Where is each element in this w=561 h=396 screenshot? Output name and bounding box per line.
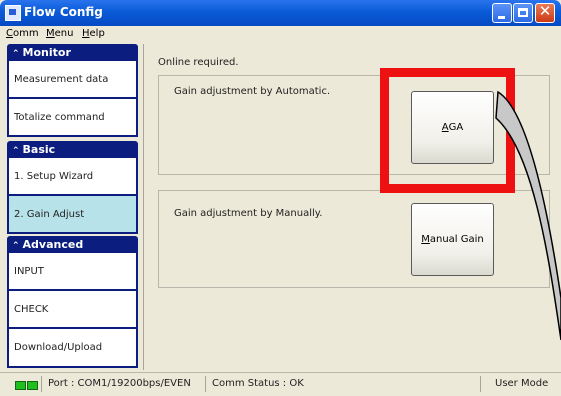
status-mode: User Mode bbox=[480, 376, 558, 392]
connection-led-icon bbox=[27, 381, 38, 390]
status-bar: Port : COM1/19200bps/EVEN Comm Status : … bbox=[0, 372, 561, 396]
app-window: Flow Config ✕ Comm Menu Help ⌃ Monitor Me… bbox=[0, 0, 561, 396]
status-port: Port : COM1/19200bps/EVEN bbox=[41, 376, 205, 392]
callout-arrow bbox=[495, 90, 561, 341]
status-comm: Comm Status : OK bbox=[205, 376, 480, 392]
connection-led-icon bbox=[15, 381, 26, 390]
